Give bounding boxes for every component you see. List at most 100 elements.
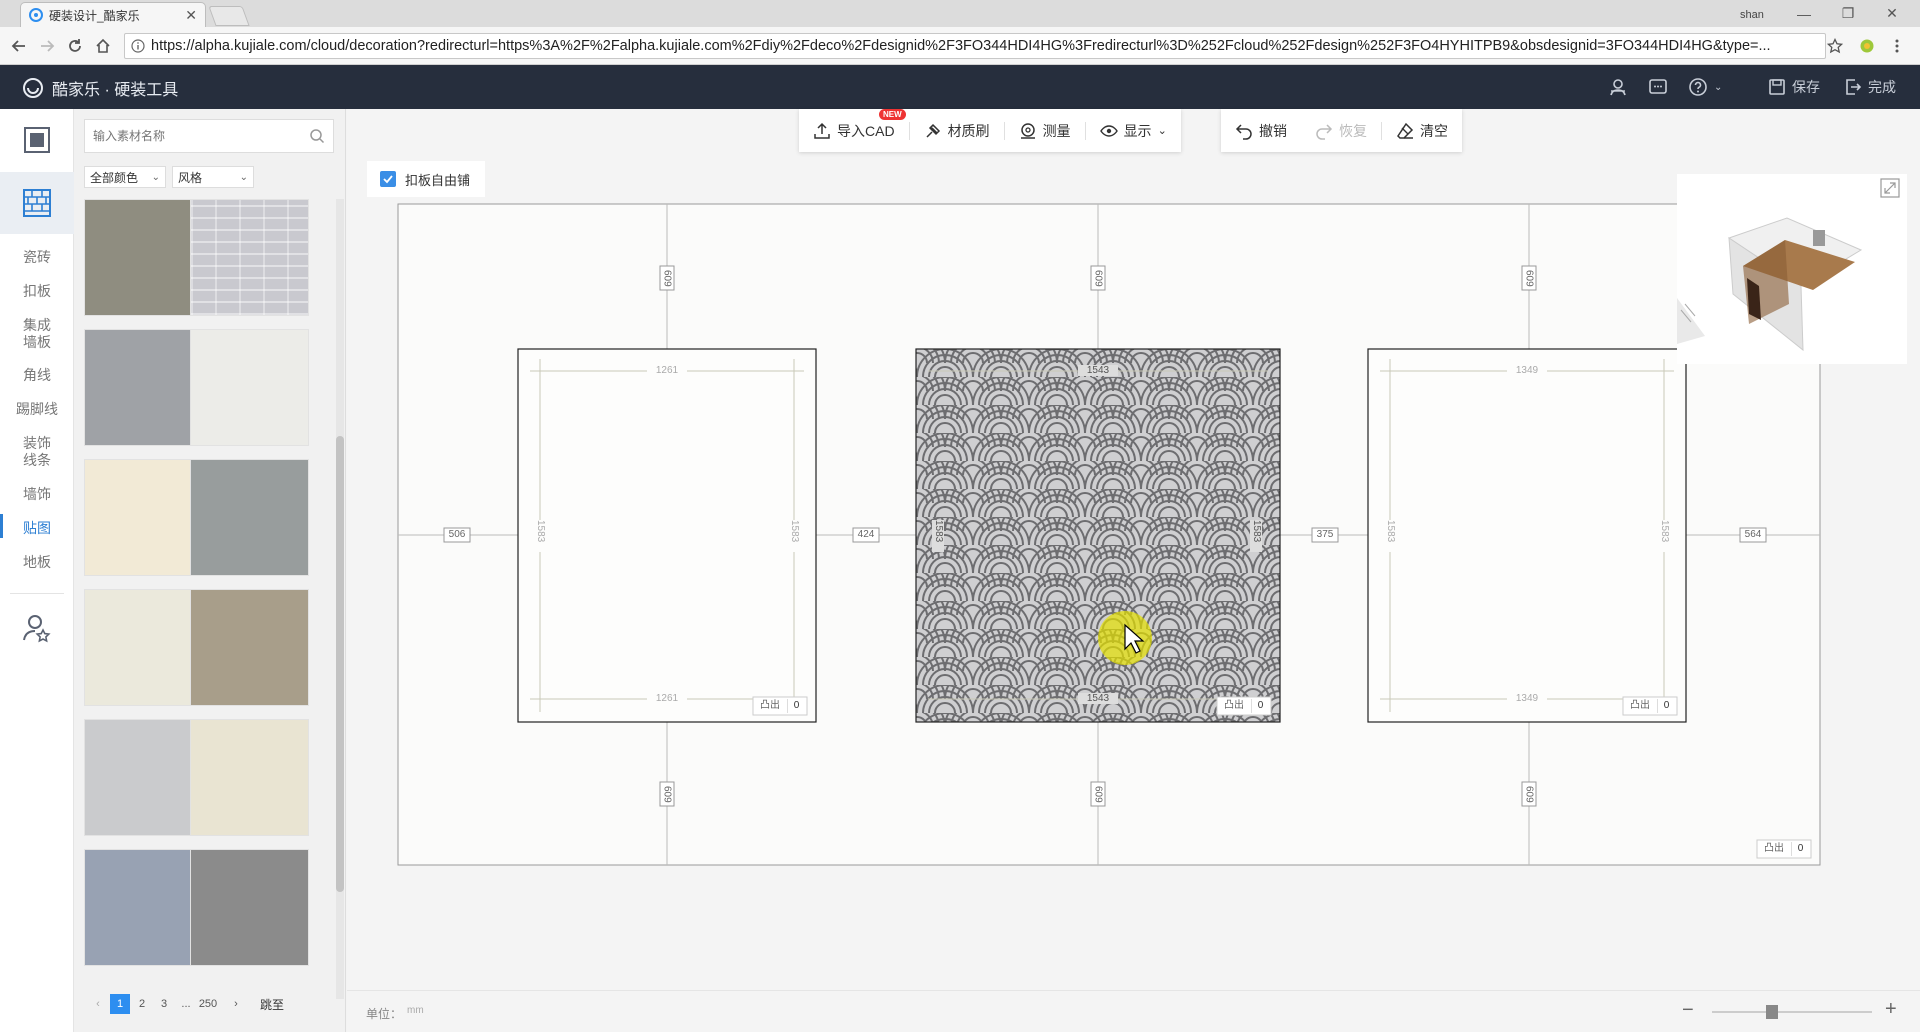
dim-width-2-top: 1543: [1078, 365, 1118, 376]
info-icon[interactable]: [131, 39, 145, 53]
dim-right-gap: 564: [1744, 529, 1762, 540]
pager-page-3[interactable]: 3: [154, 994, 174, 1014]
mini-3d-view[interactable]: [1677, 174, 1907, 364]
rail-item-wall-decor[interactable]: 墙饰: [0, 486, 74, 503]
bookmark-star-icon[interactable]: [1824, 35, 1846, 57]
browser-tab-bar: 硬装设计_酷家乐 ✕ shan — ❐ ✕: [0, 0, 1920, 27]
tab-close-icon[interactable]: ✕: [185, 7, 197, 24]
dim-bottom-1: 609: [661, 785, 673, 803]
style-filter-dropdown[interactable]: 风格 ⌄: [172, 166, 254, 188]
browser-tab[interactable]: 硬装设计_酷家乐 ✕: [20, 2, 206, 27]
rail-item-panel[interactable]: 扣板: [0, 283, 74, 300]
material-swatch[interactable]: [190, 589, 309, 706]
rail-item-floor[interactable]: 地板: [0, 554, 74, 571]
save-button[interactable]: 保存: [1768, 76, 1820, 98]
dim-height-1-right: 1583: [788, 520, 800, 552]
message-icon[interactable]: [1648, 76, 1668, 98]
rail-wall-button[interactable]: [18, 184, 56, 222]
pager-page-last[interactable]: 250: [198, 994, 218, 1014]
material-swatch[interactable]: [190, 199, 309, 316]
new-tab-button[interactable]: [208, 6, 250, 26]
unit-label: 单位：: [366, 1007, 403, 1021]
material-swatch[interactable]: [190, 849, 309, 966]
help-icon[interactable]: ⌄: [1688, 76, 1722, 98]
bump-value-3[interactable]: 0: [1657, 699, 1675, 713]
panel-1[interactable]: [517, 348, 817, 723]
material-search[interactable]: [84, 119, 334, 153]
zoom-in-icon[interactable]: +: [1885, 998, 1897, 1021]
rail-room-button[interactable]: [18, 121, 56, 159]
room-3d-preview-icon: [1677, 217, 1863, 352]
rail-item-texture[interactable]: 贴图: [0, 520, 74, 537]
material-search-input[interactable]: [93, 129, 309, 143]
rail-item-wallboard[interactable]: 集成 墙板: [0, 317, 74, 351]
panel-scrollbar-thumb[interactable]: [336, 436, 344, 892]
home-icon[interactable]: [92, 35, 114, 57]
bump-label-wall[interactable]: 凸出: [1759, 842, 1789, 856]
app-logo: 酷家乐 · 硬装工具: [22, 76, 178, 100]
pager-page-1[interactable]: 1: [110, 994, 130, 1014]
minimize-icon[interactable]: —: [1782, 0, 1826, 27]
rail-item-skirting[interactable]: 踢脚线: [0, 401, 74, 418]
url-text: https://alpha.kujiale.com/cloud/decorati…: [151, 38, 1771, 54]
color-filter-dropdown[interactable]: 全部颜色 ⌄: [84, 166, 166, 188]
dim-top-2: 609: [1092, 269, 1104, 287]
dim-bottom-2: 609: [1092, 785, 1104, 803]
bump-value-wall[interactable]: 0: [1791, 842, 1809, 856]
user-center-icon[interactable]: [1608, 76, 1628, 98]
material-swatch[interactable]: [84, 329, 203, 446]
pager-jump-label[interactable]: 跳至: [260, 994, 284, 1014]
zoom-out-icon[interactable]: −: [1682, 999, 1694, 1022]
tab-title: 硬装设计_酷家乐: [49, 8, 140, 23]
done-label: 完成: [1868, 79, 1896, 95]
browser-menu-icon[interactable]: [1886, 35, 1908, 57]
save-label: 保存: [1792, 79, 1820, 95]
browser-toolbar: https://alpha.kujiale.com/cloud/decorati…: [0, 27, 1920, 65]
material-swatch[interactable]: [84, 849, 203, 966]
rail-item-tile[interactable]: 瓷砖: [0, 249, 74, 266]
rail-user-button[interactable]: [18, 609, 56, 647]
bump-label-1[interactable]: 凸出: [755, 699, 785, 713]
dim-left-gap: 506: [448, 529, 466, 540]
unit-value[interactable]: mm: [407, 1005, 424, 1016]
bump-label-2[interactable]: 凸出: [1219, 699, 1249, 713]
material-swatch[interactable]: [190, 459, 309, 576]
pager-next-button[interactable]: ›: [226, 994, 246, 1014]
dim-gap-2: 375: [1316, 529, 1334, 540]
help-chevron-down-icon[interactable]: ⌄: [1714, 82, 1722, 93]
dim-width-3-top: 1349: [1507, 365, 1547, 376]
material-swatch[interactable]: [84, 459, 203, 576]
bump-label-3[interactable]: 凸出: [1625, 699, 1655, 713]
material-swatch[interactable]: [84, 589, 203, 706]
pager-page-2[interactable]: 2: [132, 994, 152, 1014]
style-filter-value: 风格: [178, 170, 203, 185]
material-swatch[interactable]: [190, 329, 309, 446]
zoom-slider-track[interactable]: [1712, 1011, 1872, 1013]
forward-arrow-icon[interactable]: [36, 35, 58, 57]
dim-height-1-left: 1583: [534, 520, 546, 552]
material-swatch[interactable]: [84, 719, 203, 836]
pager-ellipsis: ...: [181, 998, 191, 1010]
back-arrow-icon[interactable]: [8, 35, 30, 57]
bump-value-2[interactable]: 0: [1251, 699, 1269, 713]
chevron-down-icon: ⌄: [239, 171, 248, 183]
panel-3[interactable]: [1367, 348, 1687, 723]
bump-value-1[interactable]: 0: [787, 699, 805, 713]
profile-name[interactable]: shan: [1740, 9, 1764, 21]
window-close-icon[interactable]: ✕: [1870, 0, 1914, 27]
done-button[interactable]: 完成: [1844, 76, 1896, 98]
pager-prev-button[interactable]: ‹: [88, 994, 108, 1014]
zoom-slider-handle[interactable]: [1766, 1005, 1778, 1019]
rail-item-corner-line[interactable]: 角线: [0, 367, 74, 384]
panel-2-textured[interactable]: [915, 348, 1281, 723]
reload-icon[interactable]: [64, 35, 86, 57]
dim-width-1-bottom: 1261: [647, 693, 687, 704]
material-swatch[interactable]: [190, 719, 309, 836]
maximize-icon[interactable]: ❐: [1826, 0, 1870, 27]
material-swatch[interactable]: [84, 199, 203, 316]
dim-bottom-3: 609: [1523, 785, 1535, 803]
search-icon[interactable]: [309, 128, 325, 144]
rail-item-decor-line[interactable]: 装饰 线条: [0, 435, 74, 469]
extension-icon[interactable]: [1856, 35, 1878, 57]
address-bar[interactable]: https://alpha.kujiale.com/cloud/decorati…: [124, 33, 1826, 59]
